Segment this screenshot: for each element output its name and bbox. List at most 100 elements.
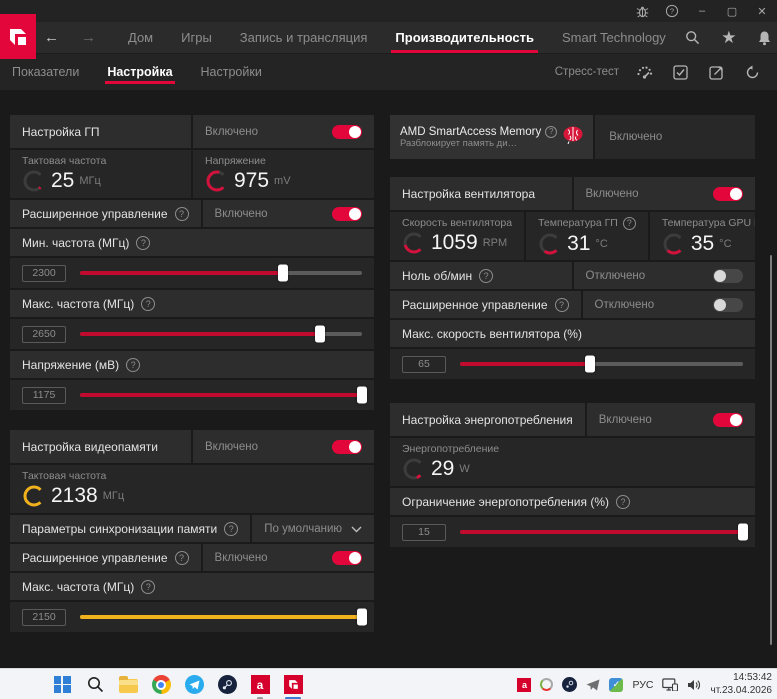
vram-tuning-toggle[interactable]: [332, 439, 362, 454]
min-freq-slider[interactable]: [80, 264, 362, 282]
fan-max-speed-title: Макс. скорость вентилятора (%): [402, 326, 582, 341]
fan-max-speed-slider[interactable]: [460, 355, 743, 373]
vram-tuning-title: Настройка видеопамяти: [22, 439, 158, 454]
voltage-mv-title: Напряжение (мВ): [22, 357, 120, 372]
voltage-mv-slider[interactable]: [80, 386, 367, 404]
help-titlebar-icon[interactable]: ?: [657, 0, 687, 22]
hotspot-temp-label: Температура GPU Hotspot: [661, 217, 755, 229]
voltage-mv-input[interactable]: [22, 386, 66, 404]
help-icon[interactable]: ?: [224, 521, 239, 536]
power-limit-slider-handle[interactable]: [738, 523, 748, 541]
fan-advanced-toggle[interactable]: [713, 297, 743, 312]
smart-access-memory-row: AMD SmartAccess Memory? Разблокирует пам…: [390, 115, 755, 159]
tray-telegram-icon[interactable]: [586, 679, 600, 691]
vram-max-freq-slider-handle[interactable]: [357, 608, 367, 626]
stress-test-label: Стресс-тест: [554, 66, 619, 78]
window-titlebar: ? – ▢ ✕: [0, 0, 777, 22]
chrome-icon[interactable]: [149, 673, 173, 697]
clock-date: чт.23.04.2026: [710, 684, 772, 696]
power-draw-value: 29: [431, 457, 455, 480]
taskbar-clock[interactable]: 14:53:42 чт.23.04.2026: [710, 672, 772, 697]
power-limit-input[interactable]: [402, 523, 446, 541]
help-icon[interactable]: ?: [174, 206, 189, 221]
amd-logo[interactable]: [0, 14, 36, 59]
tab-record-stream[interactable]: Запись и трансляция: [226, 22, 382, 53]
tab-performance[interactable]: Производительность: [381, 22, 548, 53]
fan-tuning-title: Настройка вентилятора: [402, 186, 536, 201]
performance-subnav: Показатели Настройка Настройки Стресс-те…: [0, 53, 777, 90]
help-icon[interactable]: ?: [545, 125, 558, 138]
fan-max-speed-slider-handle[interactable]: [585, 355, 596, 373]
language-indicator[interactable]: РУС: [632, 679, 653, 691]
max-freq-input[interactable]: [22, 325, 66, 343]
vram-clock-label: Тактовая частота: [22, 470, 107, 482]
tab-games[interactable]: Игры: [167, 22, 226, 53]
subtab-settings[interactable]: Настройки: [187, 54, 276, 90]
favorites-star-icon[interactable]: ★: [716, 25, 742, 51]
forward-arrow-icon[interactable]: →: [81, 29, 96, 46]
export-profile-icon[interactable]: [705, 61, 727, 83]
vram-max-freq-slider[interactable]: [80, 608, 367, 626]
gpu-advanced-toggle[interactable]: [332, 206, 362, 221]
search-icon[interactable]: [680, 25, 706, 51]
sam-title: AMD SmartAccess Memory: [400, 125, 542, 138]
bug-report-icon[interactable]: [627, 0, 657, 22]
tray-recorder-ring-icon[interactable]: [540, 678, 554, 691]
max-freq-slider[interactable]: [80, 325, 362, 343]
fan-max-speed-input[interactable]: [402, 355, 446, 373]
amd-software-active-icon[interactable]: [281, 673, 305, 699]
power-tuning-title: Настройка энергопотребления: [402, 412, 573, 427]
fan-speed-label: Скорость вентилятора: [402, 217, 513, 229]
subtab-tuning[interactable]: Настройка: [93, 54, 186, 90]
notifications-bell-icon[interactable]: [752, 25, 777, 51]
tray-security-icon[interactable]: [609, 677, 624, 692]
main-navbar: ← → Дом Игры Запись и трансляция Произво…: [0, 14, 777, 59]
hotspot-value: 35: [690, 231, 715, 255]
amd-radeon-app-icon[interactable]: a: [248, 673, 272, 699]
help-icon[interactable]: ?: [126, 357, 141, 372]
vram-max-freq-input[interactable]: [22, 608, 66, 626]
zero-rpm-toggle[interactable]: [713, 268, 743, 283]
help-icon[interactable]: ?: [141, 296, 156, 311]
help-icon[interactable]: ?: [174, 550, 189, 565]
vertical-scrollbar[interactable]: [770, 255, 772, 645]
tray-steam-icon[interactable]: [562, 677, 578, 692]
steam-icon[interactable]: [215, 673, 239, 697]
max-freq-slider-handle[interactable]: [314, 325, 325, 343]
voltage-mv-slider-handle[interactable]: [357, 386, 367, 404]
help-icon[interactable]: ?: [479, 268, 494, 283]
network-display-icon[interactable]: [662, 678, 679, 691]
help-icon[interactable]: ?: [136, 235, 151, 250]
start-button[interactable]: [50, 673, 74, 697]
min-freq-input[interactable]: [22, 264, 66, 282]
help-icon[interactable]: ?: [616, 494, 630, 509]
vram-advanced-toggle[interactable]: [332, 550, 362, 565]
clock-time: 14:53:42: [733, 672, 772, 683]
stress-test-gauge-icon[interactable]: [633, 61, 655, 83]
chevron-down-icon: [351, 520, 362, 538]
subtab-metrics[interactable]: Показатели: [0, 54, 93, 90]
fan-tuning-toggle[interactable]: [713, 186, 743, 201]
close-button[interactable]: ✕: [747, 0, 777, 22]
power-tuning-toggle[interactable]: [713, 412, 743, 427]
minimize-button[interactable]: –: [687, 0, 717, 22]
apply-profile-icon[interactable]: [669, 61, 691, 83]
gpu-tuning-toggle[interactable]: [332, 124, 362, 139]
help-icon[interactable]: ?: [554, 297, 569, 312]
fan-speed-value: 1059: [431, 231, 478, 254]
tab-home[interactable]: Дом: [114, 22, 167, 53]
power-limit-slider[interactable]: [460, 523, 748, 541]
volume-icon[interactable]: [687, 679, 701, 691]
min-freq-slider-handle[interactable]: [278, 264, 289, 282]
tray-amd-icon[interactable]: a: [517, 677, 532, 692]
reset-icon[interactable]: [741, 61, 763, 83]
file-explorer-icon[interactable]: [116, 673, 140, 697]
tab-smart-technology[interactable]: Smart Technology: [548, 22, 680, 53]
back-arrow-icon[interactable]: ←: [44, 29, 59, 46]
help-icon[interactable]: ?: [622, 216, 636, 230]
memory-timing-dropdown[interactable]: По умолчанию: [252, 515, 374, 542]
maximize-button[interactable]: ▢: [717, 0, 747, 22]
telegram-icon[interactable]: [182, 673, 206, 697]
help-icon[interactable]: ?: [141, 579, 156, 594]
taskbar-search-icon[interactable]: [83, 673, 107, 697]
